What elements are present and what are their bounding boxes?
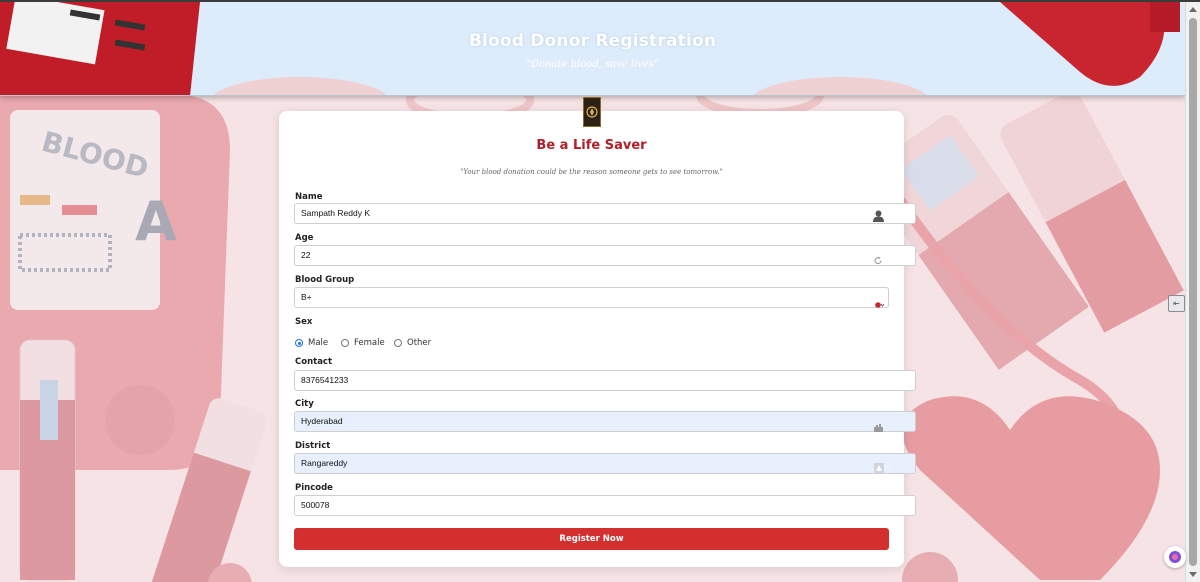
sex-label: Sex [295,317,313,327]
side-panel-toggle-icon[interactable]: ⇤ [1168,295,1185,312]
scroll-up-icon[interactable] [1189,7,1197,12]
map-icon [874,458,884,477]
pincode-label: Pincode [295,483,333,493]
window-top-border [0,0,1200,2]
card-quote: "Your blood donation could be the reason… [460,168,723,176]
blood-group-value: B+ [301,292,312,302]
site-title: Blood Donor Registration [468,31,717,51]
city-label: City [295,399,314,409]
contact-value: 8376541233 [301,375,349,385]
register-button[interactable]: Register Now [294,528,889,550]
vertical-scrollbar[interactable] [1185,2,1200,582]
scrollbar-thumb[interactable] [1189,18,1197,566]
page-header: Blood Donor Registration "Donate blood, … [0,2,1185,96]
contact-input[interactable]: 8376541233 [294,370,916,391]
radio-male[interactable] [295,339,303,347]
city-value: Hyderabad [301,416,343,426]
blood-drop-icon [875,294,885,313]
sex-option-label: Male [308,338,329,348]
pincode-input[interactable]: 500078 [294,495,916,516]
city-icon [873,417,884,436]
registration-card: Be a Life Saver "Your blood donation cou… [279,111,916,567]
bag-letter: A [135,190,177,253]
name-input[interactable]: Sampath Reddy K [294,203,916,224]
district-value: Rangareddy [301,458,348,468]
blood-group-label: Blood Group [295,275,355,285]
name-value: Sampath Reddy K [301,208,370,218]
blood-group-select[interactable]: B+ [294,287,889,308]
radio-other[interactable] [394,339,402,347]
age-value: 22 [301,250,311,260]
radio-female[interactable] [341,339,349,347]
assistant-icon[interactable] [1164,546,1186,568]
sex-option-label: Other [407,338,432,348]
heart-illustration [902,396,1160,580]
district-label: District [295,441,331,451]
user-icon [873,207,884,226]
name-label: Name [295,192,323,202]
refresh-icon [874,250,883,269]
contact-label: Contact [295,357,333,367]
pincode-value: 500078 [301,500,330,510]
sex-option-label: Female [354,338,385,348]
logo-emblem [586,106,598,118]
logo-image [583,97,601,127]
age-label: Age [295,233,314,243]
card-title: Be a Life Saver [536,138,647,153]
scroll-down-icon[interactable] [1189,572,1197,577]
site-tagline: "Donate blood, save lives" [526,59,659,70]
age-input[interactable]: 22 [294,245,916,266]
district-input[interactable]: Rangareddy [294,453,916,474]
city-input[interactable]: Hyderabad [294,411,916,432]
